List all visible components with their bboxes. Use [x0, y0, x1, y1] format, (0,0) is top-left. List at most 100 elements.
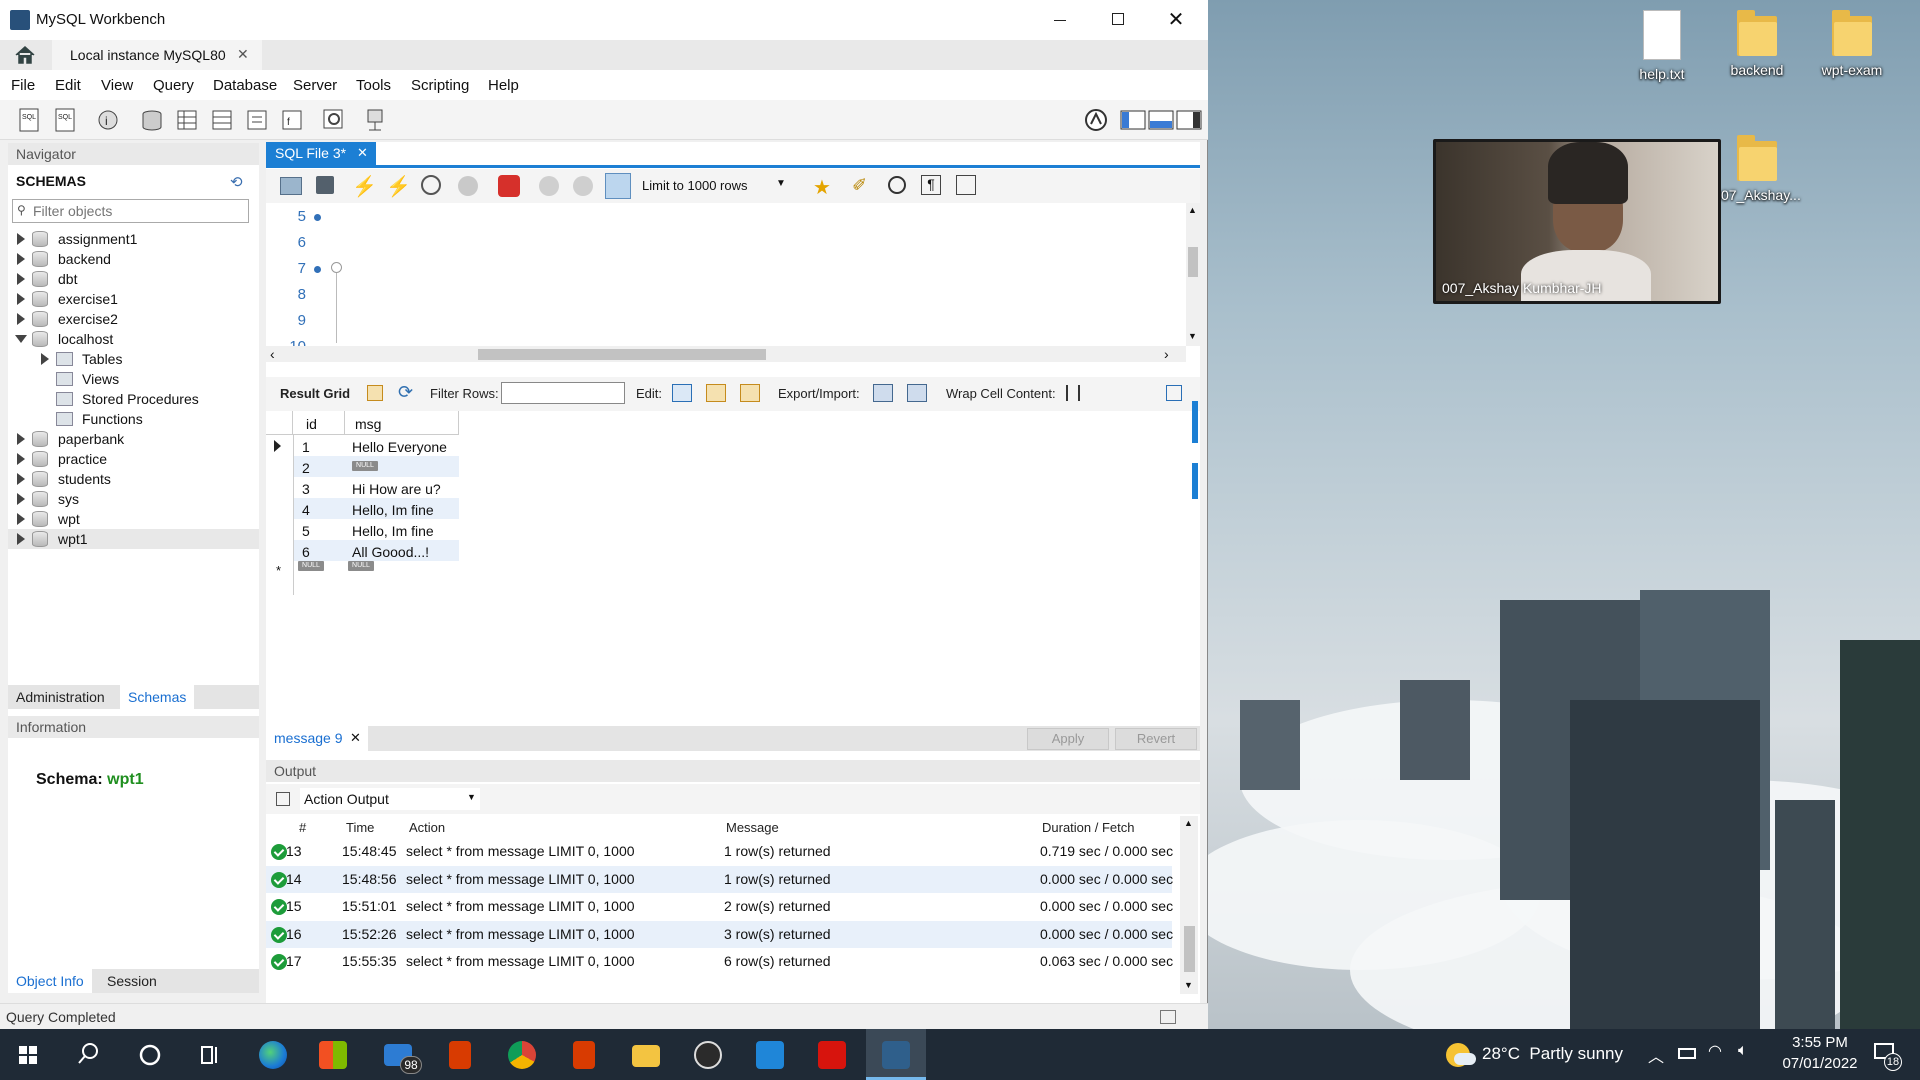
invisible-chars-icon[interactable]: ¶ [921, 175, 941, 195]
desktop-icon-backend[interactable]: backend [1712, 10, 1802, 78]
edge-app[interactable] [245, 1029, 301, 1080]
weather-widget[interactable]: 28°C Partly sunny [1440, 1029, 1640, 1080]
schema-item[interactable]: exercise2 [8, 309, 259, 329]
menu-file[interactable]: File [11, 77, 35, 94]
file-explorer-app[interactable] [618, 1029, 674, 1080]
grid-cell-msg[interactable]: Hello, Im fine [352, 523, 434, 539]
table-row[interactable]: 1 Hello Everyone [266, 435, 459, 456]
schema-item[interactable]: assignment1 [8, 229, 259, 249]
show-hidden-icons-button[interactable]: ︿ [1648, 1043, 1664, 1067]
filter-rows-input[interactable] [501, 382, 625, 404]
revert-button[interactable]: Revert [1115, 728, 1197, 750]
schema-child-item[interactable]: Stored Procedures [8, 389, 259, 409]
grid-cell-id[interactable]: 2 [302, 460, 310, 476]
expand-arrow-icon[interactable] [17, 253, 25, 265]
export-icon[interactable] [873, 384, 893, 402]
create-function-icon[interactable]: f [278, 106, 306, 134]
schema-child-item[interactable]: Functions [8, 409, 259, 429]
scroll-down-icon[interactable]: ▼ [1184, 980, 1193, 990]
insert-row-icon[interactable] [706, 384, 726, 402]
output-vertical-scrollbar[interactable]: ▲ ▼ [1180, 816, 1198, 994]
battery-icon[interactable] [1678, 1048, 1696, 1059]
office-app[interactable] [432, 1029, 488, 1080]
schema-item[interactable]: sys [8, 489, 259, 509]
volume-icon[interactable]: 🔈︎ [1738, 1042, 1748, 1060]
video-call-thumbnail[interactable]: 007_Akshay Kumbhar-JH [1433, 139, 1721, 304]
close-tab-icon[interactable]: ✕ [357, 145, 368, 161]
create-procedure-icon[interactable] [243, 106, 271, 134]
scroll-thumb[interactable] [1184, 926, 1195, 972]
grid-cell-msg[interactable]: All Goood...! [352, 544, 429, 560]
table-row[interactable]: 2 NULL [266, 456, 459, 477]
minimize-button[interactable] [1040, 4, 1080, 36]
sql-file-tab[interactable]: SQL File 3* ✕ [266, 142, 376, 165]
save-icon[interactable] [316, 176, 334, 194]
output-type-select[interactable]: Action Output ▼ [300, 788, 480, 810]
expand-arrow-icon[interactable] [17, 293, 25, 305]
output-row[interactable]: 15 15:51:01 select * from message LIMIT 0,… [266, 893, 1173, 920]
expand-arrow-icon[interactable] [17, 493, 25, 505]
expand-arrow-icon[interactable] [17, 233, 25, 245]
create-schema-icon[interactable] [138, 106, 166, 134]
desktop-icon-wpt-exam[interactable]: wpt-exam [1807, 10, 1897, 78]
obs-app[interactable] [680, 1029, 736, 1080]
code-editor[interactable]: 5 6 7 8 9 10 [266, 203, 1186, 346]
search-table-data-icon[interactable] [320, 106, 348, 134]
schema-item[interactable]: wpt [8, 509, 259, 529]
rollback-icon[interactable] [573, 176, 593, 196]
expand-arrow-icon[interactable] [17, 453, 25, 465]
grid-cell-id[interactable]: 1 [302, 439, 310, 455]
result-grid[interactable]: id msg 1 Hello Everyone 2 NULL 3 Hi How are u… [266, 401, 1198, 726]
toggle-output-icon[interactable] [1148, 106, 1174, 134]
import-icon[interactable] [907, 384, 927, 402]
desktop-icon-help[interactable]: help.txt [1617, 10, 1707, 82]
execute-current-icon[interactable]: ⚡ [386, 174, 411, 199]
schema-item[interactable]: backend [8, 249, 259, 269]
editor-vertical-scrollbar[interactable]: ▲ ▼ [1186, 203, 1200, 346]
commit-icon[interactable] [539, 176, 559, 196]
scroll-left-icon[interactable]: ‹ [270, 346, 275, 362]
output-row[interactable]: 17 15:55:35 select * from message LIMIT 0,… [266, 948, 1173, 975]
filter-objects-input[interactable] [33, 202, 243, 220]
explain-icon[interactable] [421, 175, 441, 195]
expand-arrow-icon[interactable] [17, 433, 25, 445]
table-row[interactable]: 3 Hi How are u? [266, 477, 459, 498]
maximize-button[interactable] [1098, 4, 1138, 36]
schema-item[interactable]: localhost [8, 329, 259, 349]
scroll-down-icon[interactable]: ▼ [1188, 331, 1197, 341]
schema-sync-icon[interactable] [1082, 106, 1110, 134]
mail-app[interactable]: 98 [370, 1029, 426, 1080]
table-row[interactable]: 4 Hello, Im fine [266, 498, 459, 519]
expand-arrow-icon[interactable] [17, 273, 25, 285]
limit-rows-select[interactable]: Limit to 1000 rows ▼ [642, 176, 792, 196]
grid-cell-id[interactable]: 5 [302, 523, 310, 539]
menu-scripting[interactable]: Scripting [411, 77, 469, 94]
close-button[interactable]: ✕ [1156, 4, 1196, 36]
scroll-thumb[interactable] [478, 349, 766, 360]
wrap-lines-icon[interactable] [956, 175, 976, 195]
wrap-cell-icon[interactable] [1066, 385, 1080, 401]
office-app-2[interactable] [556, 1029, 612, 1080]
notification-center-button[interactable]: 18 [1872, 1041, 1902, 1071]
menu-server[interactable]: Server [293, 77, 337, 94]
collapse-arrow-icon[interactable] [15, 335, 27, 343]
grid-cell-null[interactable]: NULL [352, 454, 378, 471]
new-sql-tab-icon[interactable]: SQL [16, 106, 44, 134]
schema-item[interactable]: dbt [8, 269, 259, 289]
mysql-workbench-app[interactable] [866, 1029, 926, 1080]
menu-tools[interactable]: Tools [356, 77, 391, 94]
grid-view-icon[interactable] [367, 385, 383, 401]
menu-database[interactable]: Database [213, 77, 277, 94]
execute-icon[interactable]: ⚡ [352, 174, 377, 199]
menu-view[interactable]: View [101, 77, 133, 94]
reconnect-icon[interactable] [362, 106, 390, 134]
table-row[interactable]: 5 Hello, Im fine [266, 519, 459, 540]
chrome-app[interactable] [494, 1029, 550, 1080]
toggle-continue-on-error-icon[interactable] [498, 175, 520, 197]
output-row[interactable]: 13 15:48:45 select * from message LIMIT 0,… [266, 838, 1173, 865]
tab-administration[interactable]: Administration [16, 689, 105, 705]
output-row[interactable]: 14 15:48:56 select * from message LIMIT 0,… [266, 865, 1173, 893]
close-tab-icon[interactable]: ✕ [350, 730, 361, 746]
stop-icon[interactable] [458, 176, 478, 196]
grid-cell-id[interactable]: 3 [302, 481, 310, 497]
